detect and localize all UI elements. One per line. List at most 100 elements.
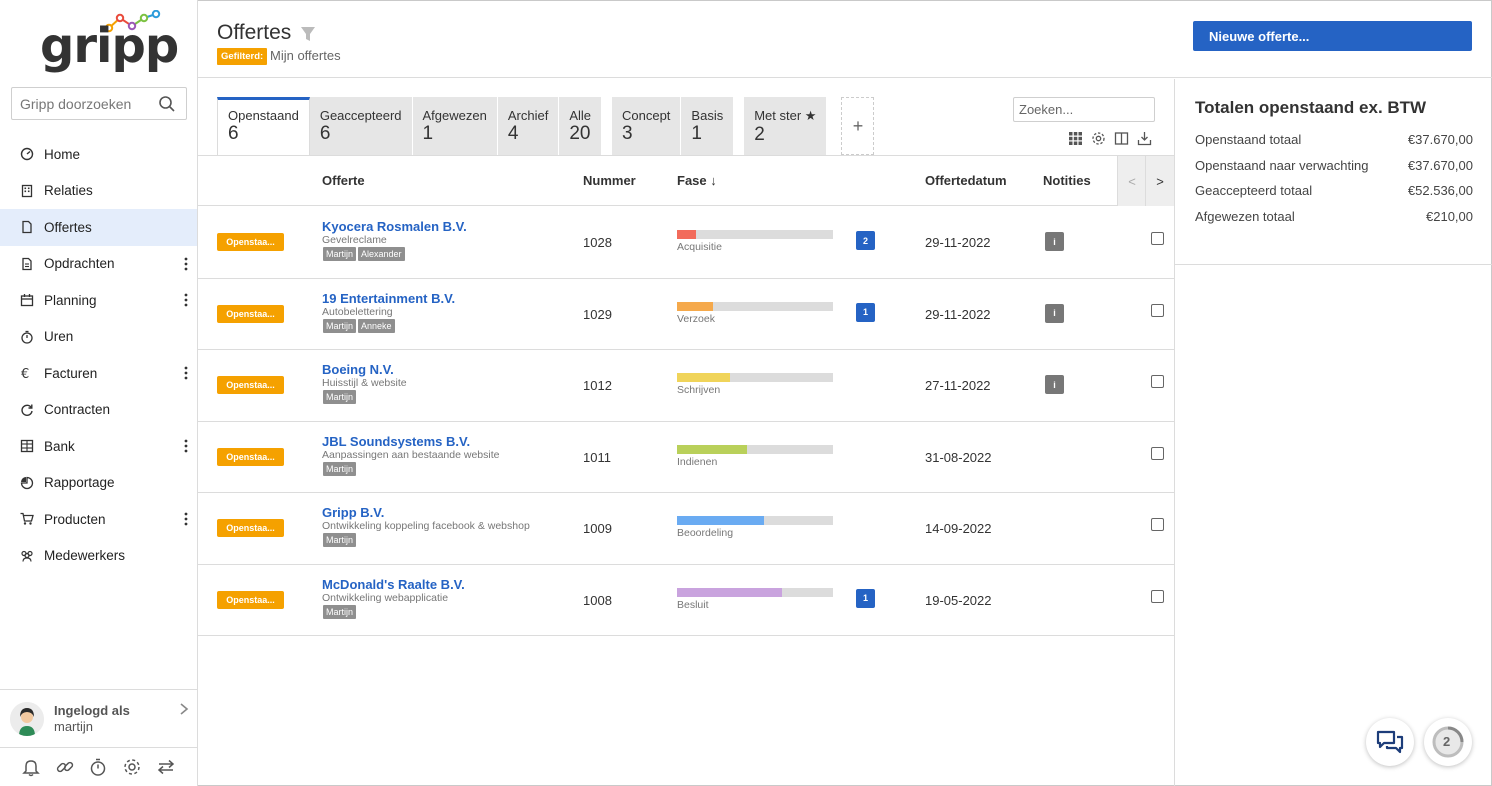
more-vertical-icon[interactable]: [184, 439, 188, 453]
note-icon[interactable]: i: [1045, 375, 1064, 394]
note-icon[interactable]: i: [1045, 232, 1064, 251]
column-notities[interactable]: Notities: [1043, 173, 1091, 188]
row-checkbox[interactable]: [1151, 589, 1164, 603]
more-vertical-icon[interactable]: [184, 366, 188, 380]
row-checkbox[interactable]: [1151, 232, 1164, 245]
table-row[interactable]: Openstaa... Gripp B.V. Ontwikkeling koppel…: [198, 493, 1174, 565]
gear-icon[interactable]: [122, 757, 142, 777]
column-nummer[interactable]: Nummer: [583, 173, 636, 188]
add-tab-button[interactable]: +: [841, 97, 875, 155]
sidebar-item-medewerkers[interactable]: Medewerkers: [0, 538, 197, 575]
phase-progress-fill: [677, 301, 713, 311]
global-search-input[interactable]: [12, 88, 152, 119]
table-row[interactable]: Openstaa... McDonald's Raalte B.V. Ontwikk…: [198, 565, 1174, 636]
row-checkbox[interactable]: [1151, 518, 1164, 531]
totals-value: €52.536,00: [1407, 183, 1473, 199]
search-icon[interactable]: [158, 95, 176, 113]
tab-afgewezen[interactable]: Afgewezen 1: [412, 97, 498, 155]
swap-icon[interactable]: [156, 757, 176, 777]
sidebar-item-label: Offertes: [44, 219, 92, 235]
link-icon[interactable]: [55, 757, 75, 777]
tab-count: 1: [422, 123, 434, 144]
note-icon[interactable]: i: [1045, 303, 1064, 323]
table-row[interactable]: Openstaa... JBL Soundsystems B.V. Aanpassi…: [198, 422, 1174, 493]
gripp-logo[interactable]: gripp: [38, 8, 179, 76]
quote-search-input[interactable]: [1013, 97, 1155, 122]
sidebar-item-planning[interactable]: Planning: [0, 282, 197, 319]
client-link[interactable]: McDonald's Raalte B.V.: [322, 577, 465, 592]
sidebar-item-uren[interactable]: Uren: [0, 319, 197, 356]
tab-openstaand[interactable]: Openstaand 6: [217, 97, 310, 155]
quote-date: 29-11-2022: [925, 235, 991, 250]
tab-geaccepteerd[interactable]: Geaccepteerd 6: [309, 97, 413, 155]
sidebar-item-rapportage[interactable]: Rapportage: [0, 465, 197, 502]
totals-title: Totalen openstaand ex. BTW: [1195, 98, 1427, 117]
sidebar-item-offertes[interactable]: Offertes: [0, 209, 197, 246]
phase-label: Besluit: [677, 598, 709, 611]
table-row[interactable]: Openstaa... Kyocera Rosmalen B.V. Gevelrec…: [198, 207, 1174, 279]
table-toolbar: [1068, 131, 1152, 146]
client-link[interactable]: Boeing N.V.: [322, 362, 394, 377]
phase-count-badge[interactable]: 1: [856, 588, 875, 608]
phase-count-badge[interactable]: 1: [856, 302, 875, 322]
bell-icon[interactable]: [21, 757, 41, 777]
pager-prev-button[interactable]: <: [1117, 156, 1146, 206]
phase-progress-fill: [677, 373, 731, 382]
employee-tag: Martijn: [323, 318, 357, 333]
columns-icon[interactable]: [1114, 131, 1129, 146]
global-search[interactable]: [11, 87, 187, 120]
more-vertical-icon[interactable]: [184, 293, 188, 307]
document-list-icon: [22, 257, 32, 270]
table-row[interactable]: Openstaa... 19 Entertainment B.V. Autobele…: [198, 279, 1174, 350]
sidebar-item-label: Rapportage: [44, 475, 115, 491]
user-menu[interactable]: Ingelogd als martijn: [0, 689, 197, 747]
pie-chart-icon: [20, 476, 34, 489]
sidebar-item-opdrachten[interactable]: Opdrachten: [0, 246, 197, 283]
client-link[interactable]: Kyocera Rosmalen B.V.: [322, 219, 467, 234]
grid-icon[interactable]: [1068, 131, 1083, 146]
phase-count-badge[interactable]: 2: [856, 231, 875, 250]
client-link[interactable]: 19 Entertainment B.V.: [322, 291, 455, 306]
row-checkbox[interactable]: [1151, 446, 1164, 460]
row-checkbox[interactable]: [1151, 303, 1164, 317]
stopwatch-icon[interactable]: [88, 757, 108, 777]
tab-label: Afgewezen: [422, 108, 487, 123]
pager-next-button[interactable]: >: [1145, 156, 1174, 206]
row-checkbox[interactable]: [1151, 375, 1164, 388]
dashboard-icon: [20, 148, 34, 161]
export-icon[interactable]: [1137, 131, 1152, 146]
column-fase[interactable]: Fase ↓: [677, 173, 717, 188]
tab-met-ster[interactable]: Met ster ★ 2: [744, 97, 828, 155]
sidebar-item-label: Home: [44, 146, 81, 162]
quote-date: 29-11-2022: [925, 306, 991, 322]
more-vertical-icon[interactable]: [184, 512, 188, 526]
sidebar-item-label: Uren: [44, 329, 74, 345]
sidebar-item-producten[interactable]: Producten: [0, 501, 197, 538]
sidebar-item-bank[interactable]: Bank: [0, 428, 197, 465]
employee-tags: Martijn Anneke: [323, 318, 395, 333]
sidebar-item-relaties[interactable]: Relaties: [0, 173, 197, 210]
client-link[interactable]: JBL Soundsystems B.V.: [322, 434, 470, 449]
filter-icon[interactable]: [300, 26, 316, 42]
new-quote-button[interactable]: Nieuwe offerte...: [1193, 21, 1472, 51]
sidebar-item-contracten[interactable]: Contracten: [0, 392, 197, 429]
help-progress-button[interactable]: 2: [1424, 718, 1472, 766]
sidebar-item-home[interactable]: Home: [0, 136, 197, 173]
table-row[interactable]: Openstaa... Boeing N.V. Huisstijl & websit…: [198, 350, 1174, 422]
tab-alle[interactable]: Alle 20: [559, 97, 602, 155]
column-offerte[interactable]: Offerte: [322, 173, 365, 188]
quote-number: 1011: [583, 449, 611, 465]
tab-group: Openstaand 6 Geaccepteerd 6 Afgewezen 1 Archie…: [217, 97, 602, 155]
chat-button[interactable]: [1366, 718, 1414, 766]
totals-divider: [1175, 264, 1492, 265]
client-link[interactable]: Gripp B.V.: [322, 505, 384, 520]
tab-basis[interactable]: Basis 1: [681, 97, 735, 155]
more-vertical-icon[interactable]: [184, 257, 188, 271]
tab-count: 20: [569, 123, 591, 144]
column-offertedatum[interactable]: Offertedatum: [925, 173, 1007, 188]
sidebar-item-facturen[interactable]: € Facturen: [0, 355, 197, 392]
tab-concept[interactable]: Concept 3: [612, 97, 682, 155]
tab-archief[interactable]: Archief 4: [497, 97, 560, 155]
settings-icon[interactable]: [1091, 131, 1106, 146]
chevron-right-icon[interactable]: [179, 702, 189, 716]
